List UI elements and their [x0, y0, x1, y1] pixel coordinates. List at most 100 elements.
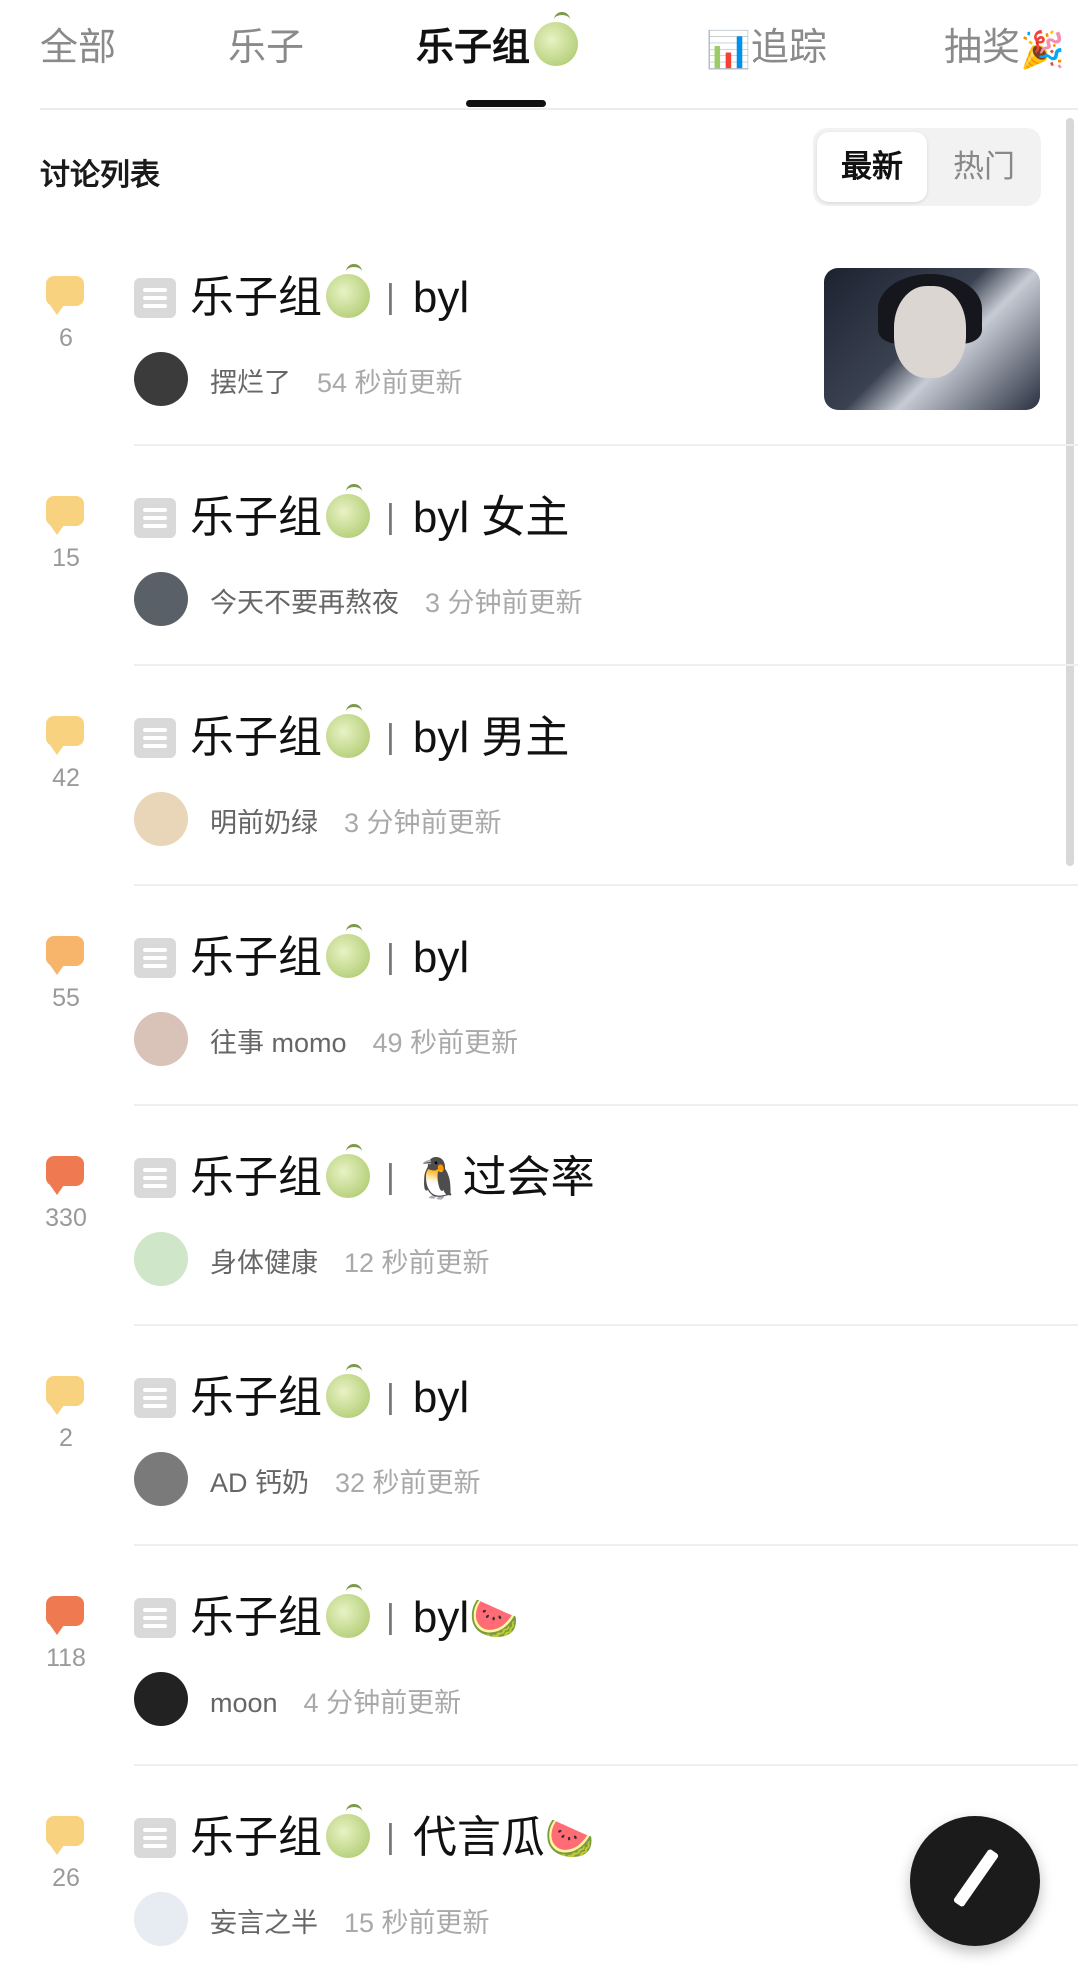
avatar[interactable]	[134, 1452, 188, 1506]
comment-bubble-icon	[46, 496, 84, 535]
comment-count: 330	[45, 1204, 87, 1232]
sort-latest-button[interactable]: 最新	[817, 132, 927, 202]
post-title[interactable]: 乐子组 | byl🍉	[190, 1584, 519, 1650]
title-separator: |	[386, 278, 395, 316]
post-title-text: 过会率	[462, 1153, 595, 1202]
top-tab-bar: 全部 乐子 乐子组 📊追踪 抽奖🎉	[0, 0, 1078, 110]
author-name[interactable]: 身体健康	[210, 1248, 318, 1278]
list-item[interactable]: 42 乐子组 | byl 男主 明前奶绿 3 分钟前更新	[0, 666, 1078, 886]
list-item[interactable]: 118 乐子组 | byl🍉 moon 4 分钟前更新	[0, 1546, 1078, 1766]
tab-lezi[interactable]: 乐子	[228, 22, 304, 74]
comment-bubble-icon	[46, 1376, 84, 1415]
document-icon	[134, 938, 176, 978]
update-time: 49 秒前更新	[372, 1028, 519, 1058]
comment-count: 42	[52, 764, 80, 792]
penguin-icon: 🐧	[412, 1157, 463, 1201]
melon-icon	[326, 484, 370, 538]
comment-bubble-icon	[46, 936, 84, 975]
melon-icon	[326, 704, 370, 758]
post-title[interactable]: 乐子组 | 🐧过会率	[190, 1144, 595, 1210]
post-title-text: byl	[412, 933, 470, 982]
tabs-divider	[40, 108, 1078, 110]
discussion-list: 6 乐子组 | byl 摆烂了 54 秒前更新 15 乐子组 | byl 女主 今天不要再…	[0, 226, 1078, 1986]
post-meta: 妄言之半 15 秒前更新	[210, 1901, 490, 1940]
avatar[interactable]	[134, 1012, 188, 1066]
post-meta: 身体健康 12 秒前更新	[210, 1241, 490, 1280]
document-icon	[134, 1818, 176, 1858]
comment-bubble-icon	[46, 1596, 84, 1635]
post-title[interactable]: 乐子组 | byl 男主	[190, 704, 569, 769]
comment-count: 55	[52, 984, 80, 1012]
list-item[interactable]: 6 乐子组 | byl 摆烂了 54 秒前更新	[0, 226, 1078, 446]
comment-count: 118	[46, 1644, 86, 1672]
avatar[interactable]	[134, 1892, 188, 1946]
title-separator: |	[386, 1158, 395, 1196]
thumbnail-face	[894, 286, 966, 378]
list-item[interactable]: 330 乐子组 | 🐧过会率 身体健康 12 秒前更新	[0, 1106, 1078, 1326]
avatar[interactable]	[134, 352, 188, 406]
post-meta: AD 钙奶 32 秒前更新	[210, 1461, 481, 1500]
comment-count: 6	[59, 324, 73, 352]
group-name: 乐子组	[190, 713, 322, 762]
post-meta: 明前奶绿 3 分钟前更新	[210, 801, 502, 840]
author-name[interactable]: 往事 momo	[210, 1028, 347, 1058]
comment-bubble-icon	[46, 1156, 84, 1195]
melon-icon	[326, 1584, 370, 1638]
author-name[interactable]: 摆烂了	[210, 368, 291, 398]
active-tab-indicator	[466, 100, 546, 107]
pencil-icon	[952, 1848, 1000, 1908]
tab-tracking[interactable]: 📊追踪	[706, 22, 827, 76]
post-title[interactable]: 乐子组 | byl	[190, 264, 470, 329]
comment-count: 26	[52, 1864, 80, 1892]
sort-segmented-control: 最新 热门	[813, 128, 1041, 206]
list-item[interactable]: 15 乐子组 | byl 女主 今天不要再熬夜 3 分钟前更新	[0, 446, 1078, 666]
post-meta: 今天不要再熬夜 3 分钟前更新	[210, 581, 583, 620]
post-title[interactable]: 乐子组 | byl	[190, 924, 470, 989]
melon-icon	[326, 1804, 370, 1858]
group-name: 乐子组	[190, 1373, 322, 1422]
avatar[interactable]	[134, 572, 188, 626]
post-meta: 摆烂了 54 秒前更新	[210, 361, 463, 400]
document-icon	[134, 498, 176, 538]
author-name[interactable]: 明前奶绿	[210, 808, 318, 838]
sort-hot-button[interactable]: 热门	[929, 132, 1039, 202]
group-name: 乐子组	[190, 1153, 322, 1202]
post-title[interactable]: 乐子组 | byl 女主	[190, 484, 569, 549]
melon-icon	[534, 12, 579, 66]
title-separator: |	[386, 1598, 395, 1636]
author-name[interactable]: AD 钙奶	[210, 1468, 309, 1498]
watermelon-icon: 🍉	[544, 1817, 595, 1861]
list-item[interactable]: 2 乐子组 | byl AD 钙奶 32 秒前更新	[0, 1326, 1078, 1546]
tab-all[interactable]: 全部	[40, 22, 116, 74]
avatar[interactable]	[134, 1672, 188, 1726]
comment-bubble-icon	[46, 716, 84, 755]
avatar[interactable]	[134, 792, 188, 846]
post-title-text: byl	[412, 273, 470, 322]
update-time: 3 分钟前更新	[425, 588, 583, 618]
post-thumbnail[interactable]	[824, 268, 1040, 410]
group-name: 乐子组	[190, 933, 322, 982]
tab-label: 乐子组	[416, 27, 531, 69]
author-name[interactable]: 妄言之半	[210, 1908, 318, 1938]
comment-count: 2	[59, 1424, 73, 1452]
comment-bubble-icon	[46, 1816, 84, 1855]
author-name[interactable]: 今天不要再熬夜	[210, 588, 399, 618]
author-name[interactable]: moon	[210, 1688, 278, 1718]
update-time: 54 秒前更新	[317, 368, 463, 398]
title-separator: |	[386, 938, 395, 976]
tab-lezizu[interactable]: 乐子组	[416, 12, 579, 74]
update-time: 4 分钟前更新	[303, 1688, 462, 1718]
tab-lottery[interactable]: 抽奖🎉	[944, 22, 1065, 76]
melon-icon	[326, 1144, 370, 1198]
title-separator: |	[386, 718, 395, 756]
compose-button[interactable]	[910, 1816, 1040, 1946]
document-icon	[134, 278, 176, 318]
post-title-text: 代言瓜	[412, 1813, 545, 1862]
group-name: 乐子组	[190, 493, 322, 542]
post-meta: 往事 momo 49 秒前更新	[210, 1021, 518, 1060]
group-name: 乐子组	[190, 1813, 322, 1862]
list-item[interactable]: 55 乐子组 | byl 往事 momo 49 秒前更新	[0, 886, 1078, 1106]
post-title[interactable]: 乐子组 | byl	[190, 1364, 469, 1429]
avatar[interactable]	[134, 1232, 188, 1286]
post-title[interactable]: 乐子组 | 代言瓜🍉	[190, 1804, 595, 1870]
